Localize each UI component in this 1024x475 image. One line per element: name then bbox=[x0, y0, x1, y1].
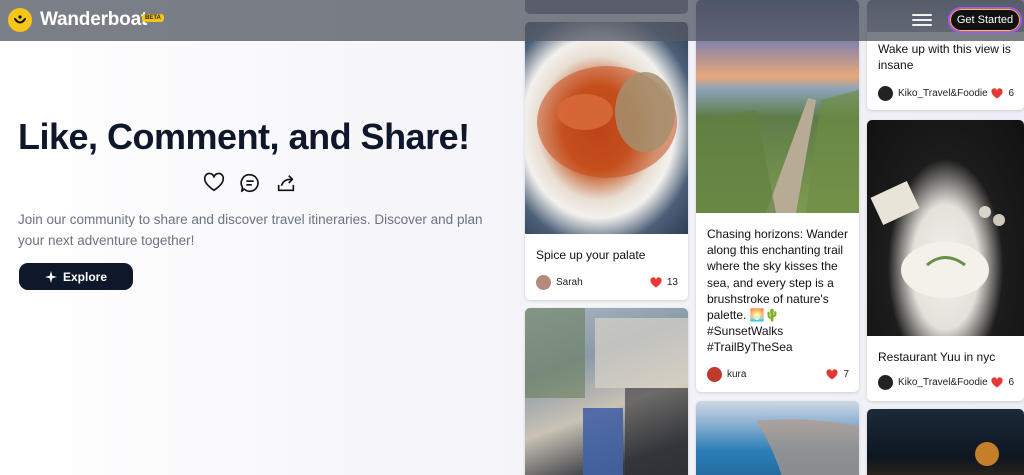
card-meta: Kiko_Travel&Foodie 6 bbox=[878, 84, 1014, 102]
comment-icon bbox=[240, 173, 259, 193]
likes-value: 6 bbox=[1008, 87, 1014, 99]
like-count[interactable]: 6 bbox=[991, 88, 1014, 99]
heart-filled-icon bbox=[826, 368, 839, 379]
storefront-image bbox=[525, 308, 688, 475]
card-meta: kura 7 bbox=[707, 365, 849, 383]
get-started-button[interactable]: Get Started bbox=[948, 7, 1022, 33]
card-caption: Restaurant Yuu in nyc bbox=[878, 350, 996, 364]
avatar bbox=[878, 85, 893, 101]
post-card[interactable] bbox=[525, 308, 688, 475]
heart-icon bbox=[203, 172, 225, 192]
likes-value: 13 bbox=[666, 276, 678, 288]
post-card[interactable] bbox=[867, 409, 1024, 475]
likes-value: 6 bbox=[1008, 376, 1014, 388]
restaurant-dish-image bbox=[867, 120, 1024, 336]
night-image bbox=[867, 409, 1024, 475]
card-caption: Spice up your palate bbox=[536, 248, 646, 262]
avatar bbox=[536, 274, 551, 290]
like-count[interactable]: 6 bbox=[991, 377, 1014, 388]
username[interactable]: Sarah bbox=[556, 277, 650, 288]
hero-title: Like, Comment, and Share! bbox=[18, 116, 470, 157]
card-meta: Sarah 13 bbox=[536, 273, 678, 291]
hamburger-menu-icon[interactable] bbox=[912, 12, 932, 28]
card-meta: Kiko_Travel&Foodie 6 bbox=[878, 373, 1014, 391]
aerial-coast-image bbox=[696, 401, 859, 475]
avatar bbox=[707, 366, 722, 382]
likes-value: 7 bbox=[843, 368, 849, 380]
top-nav: Wanderboat BETA Get Started bbox=[0, 0, 1024, 41]
beta-badge: BETA bbox=[142, 14, 164, 22]
brand-name[interactable]: Wanderboat bbox=[40, 9, 147, 31]
card-caption: Chasing horizons: Wander along this ench… bbox=[707, 227, 848, 355]
post-card[interactable]: Restaurant Yuu in nyc Kiko_Travel&Foodie… bbox=[867, 120, 1024, 401]
like-count[interactable]: 7 bbox=[826, 369, 849, 380]
post-card[interactable] bbox=[696, 401, 859, 475]
username[interactable]: Kiko_Travel&Foodie bbox=[898, 88, 991, 99]
card-caption: Wake up with this view is insane bbox=[878, 42, 1011, 72]
heart-filled-icon bbox=[650, 276, 662, 287]
hero-description: Join our community to share and discover… bbox=[18, 212, 483, 248]
post-card[interactable]: Chasing horizons: Wander along this ench… bbox=[696, 0, 859, 392]
explore-label: Explore bbox=[62, 269, 107, 284]
username[interactable]: Kiko_Travel&Foodie bbox=[898, 377, 991, 388]
hero-action-icons bbox=[203, 172, 297, 194]
post-card[interactable]: Spice up your palate Sarah 13 bbox=[525, 22, 688, 300]
like-count[interactable]: 13 bbox=[650, 277, 678, 288]
avatar bbox=[878, 374, 893, 390]
explore-button[interactable]: Explore bbox=[19, 263, 133, 290]
heart-filled-icon bbox=[991, 87, 1004, 98]
sparkle-icon bbox=[44, 270, 57, 283]
heart-filled-icon bbox=[991, 376, 1004, 387]
username[interactable]: kura bbox=[727, 369, 826, 380]
share-icon bbox=[277, 175, 295, 192]
wanderboat-logo-icon[interactable] bbox=[8, 8, 32, 32]
food-image bbox=[525, 22, 688, 234]
